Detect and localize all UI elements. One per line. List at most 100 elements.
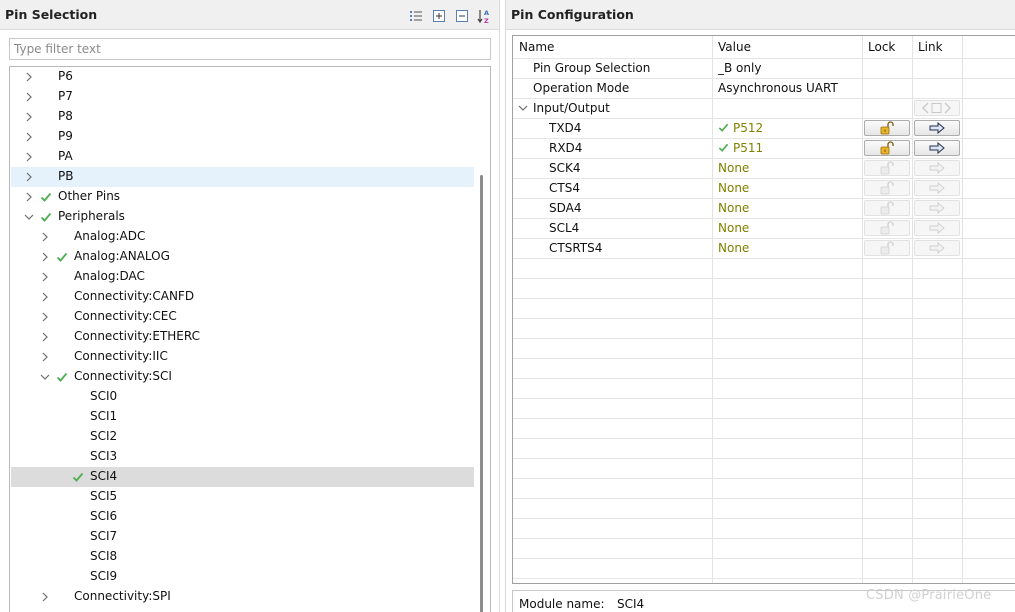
config-row-value[interactable]: None	[718, 181, 749, 195]
tree-scrollbar-thumb[interactable]	[480, 175, 483, 612]
chevron-down-icon[interactable]	[39, 371, 51, 383]
config-row-name[interactable]: CTSRTS4	[549, 241, 602, 255]
link-arrow-icon	[914, 180, 960, 196]
chevron-right-icon[interactable]	[23, 191, 35, 203]
tree-item[interactable]: SCI3	[11, 447, 474, 467]
lock-icon[interactable]	[864, 140, 910, 156]
row-divider	[513, 498, 1015, 499]
tree-scrollbar[interactable]	[474, 67, 490, 612]
sort-az-icon[interactable]: A Z	[476, 7, 493, 24]
tree-item[interactable]: Peripherals	[11, 207, 474, 227]
chevron-right-icon[interactable]	[39, 251, 51, 263]
tree-item[interactable]: Analog:DAC	[11, 267, 474, 287]
column-header-lock[interactable]: Lock	[868, 40, 895, 54]
chevron-right-icon[interactable]	[39, 331, 51, 343]
filter-input[interactable]	[9, 38, 491, 60]
tree-item-label: Connectivity:CEC	[74, 309, 177, 323]
collapse-all-icon[interactable]	[453, 7, 470, 24]
chevron-right-icon[interactable]	[39, 271, 51, 283]
row-divider	[513, 538, 1015, 539]
tree-item-label: SCI0	[90, 389, 118, 403]
tree-item[interactable]: Connectivity:CANFD	[11, 287, 474, 307]
link-arrow-icon[interactable]	[914, 140, 960, 156]
tree-item[interactable]: SCI8	[11, 547, 474, 567]
chevron-right-icon[interactable]	[39, 311, 51, 323]
chevron-right-icon[interactable]	[23, 111, 35, 123]
column-header-value[interactable]: Value	[718, 40, 751, 54]
chevron-down-icon[interactable]	[23, 211, 35, 223]
config-row-name[interactable]: Pin Group Selection	[533, 61, 650, 75]
pin-configuration-title: Pin Configuration	[511, 7, 634, 22]
tree-item[interactable]: P9	[11, 127, 474, 147]
row-divider	[513, 298, 1015, 299]
tree-item[interactable]: Connectivity:SPI	[11, 587, 474, 607]
checkmark-icon	[72, 471, 84, 483]
tree-item[interactable]: Connectivity:SCI	[11, 367, 474, 387]
checkmark-icon	[40, 191, 52, 203]
svg-text:A: A	[484, 9, 489, 17]
config-row-value[interactable]: Asynchronous UART	[718, 81, 838, 95]
tree-item[interactable]: SCI7	[11, 527, 474, 547]
config-row-value[interactable]: None	[718, 221, 749, 235]
tree-item[interactable]: P6	[11, 67, 474, 87]
row-divider	[513, 418, 1015, 419]
chevron-down-icon[interactable]	[517, 102, 529, 117]
tree-item[interactable]: SCI0	[11, 387, 474, 407]
config-row-name[interactable]: SCL4	[549, 221, 579, 235]
tree-item-label: SCI1	[90, 409, 118, 423]
tree-item[interactable]: Other Pins	[11, 187, 474, 207]
config-row-name[interactable]: CTS4	[549, 181, 580, 195]
config-row-name[interactable]: RXD4	[549, 141, 582, 155]
chevron-right-icon[interactable]	[23, 71, 35, 83]
link-arrow-icon[interactable]	[914, 120, 960, 136]
tree-item-label: Other Pins	[58, 189, 121, 203]
chevron-right-icon[interactable]	[23, 171, 35, 183]
config-row-name[interactable]: SCK4	[549, 161, 581, 175]
tree-item[interactable]: P8	[11, 107, 474, 127]
config-row-value[interactable]: None	[718, 241, 749, 255]
column-header-name[interactable]: Name	[519, 40, 554, 54]
chevron-right-icon[interactable]	[39, 351, 51, 363]
config-row-name[interactable]: TXD4	[549, 121, 581, 135]
config-row-name[interactable]: Input/Output	[533, 101, 610, 115]
tree-item[interactable]: Analog:ANALOG	[11, 247, 474, 267]
tree-item[interactable]: P7	[11, 87, 474, 107]
tree-item-label: SCI9	[90, 569, 118, 583]
expand-all-icon[interactable]	[430, 7, 447, 24]
tree-item[interactable]: Connectivity:IIC	[11, 347, 474, 367]
list-view-icon[interactable]	[407, 7, 424, 24]
row-divider	[513, 478, 1015, 479]
tree-item-label: Analog:ADC	[74, 229, 146, 243]
chevron-right-icon[interactable]	[23, 151, 35, 163]
config-row-value[interactable]: None	[718, 161, 749, 175]
chevron-right-icon[interactable]	[23, 91, 35, 103]
chevron-right-icon[interactable]	[39, 231, 51, 243]
pin-configuration-panel: Pin Configuration Name Value Lock Link Pin G…	[505, 0, 1015, 612]
tree-item[interactable]: Connectivity:CEC	[11, 307, 474, 327]
config-row-value[interactable]: None	[718, 201, 749, 215]
tree-item[interactable]: PB	[11, 167, 474, 187]
tree-item[interactable]: SCI2	[11, 427, 474, 447]
tree-item[interactable]: SCI5	[11, 487, 474, 507]
tree-item[interactable]: PA	[11, 147, 474, 167]
pin-selection-title: Pin Selection	[5, 7, 98, 22]
config-row-value[interactable]: _B only	[718, 61, 761, 75]
config-row-value[interactable]: P511	[718, 141, 763, 155]
tree-item[interactable]: SCI4	[11, 467, 474, 487]
config-row-name[interactable]: SDA4	[549, 201, 582, 215]
lock-icon[interactable]	[864, 120, 910, 136]
chevron-right-icon[interactable]	[23, 131, 35, 143]
tree-item[interactable]: SCI9	[11, 567, 474, 587]
tree-item[interactable]: Connectivity:ETHERC	[11, 327, 474, 347]
tree-item[interactable]: SCI6	[11, 507, 474, 527]
column-header-link[interactable]: Link	[918, 40, 943, 54]
config-row-name[interactable]: Operation Mode	[533, 81, 629, 95]
chevron-right-icon[interactable]	[39, 591, 51, 603]
config-row-value[interactable]: P512	[718, 121, 763, 135]
chevron-right-icon[interactable]	[39, 291, 51, 303]
tree-item[interactable]: Analog:ADC	[11, 227, 474, 247]
row-divider	[513, 138, 1015, 139]
pin-tree: P6 P7 P8 P9 PA PB Other Pins Peripherals Analog:…	[9, 66, 491, 612]
tree-item[interactable]: SCI1	[11, 407, 474, 427]
config-row-value-text: P512	[733, 121, 764, 135]
